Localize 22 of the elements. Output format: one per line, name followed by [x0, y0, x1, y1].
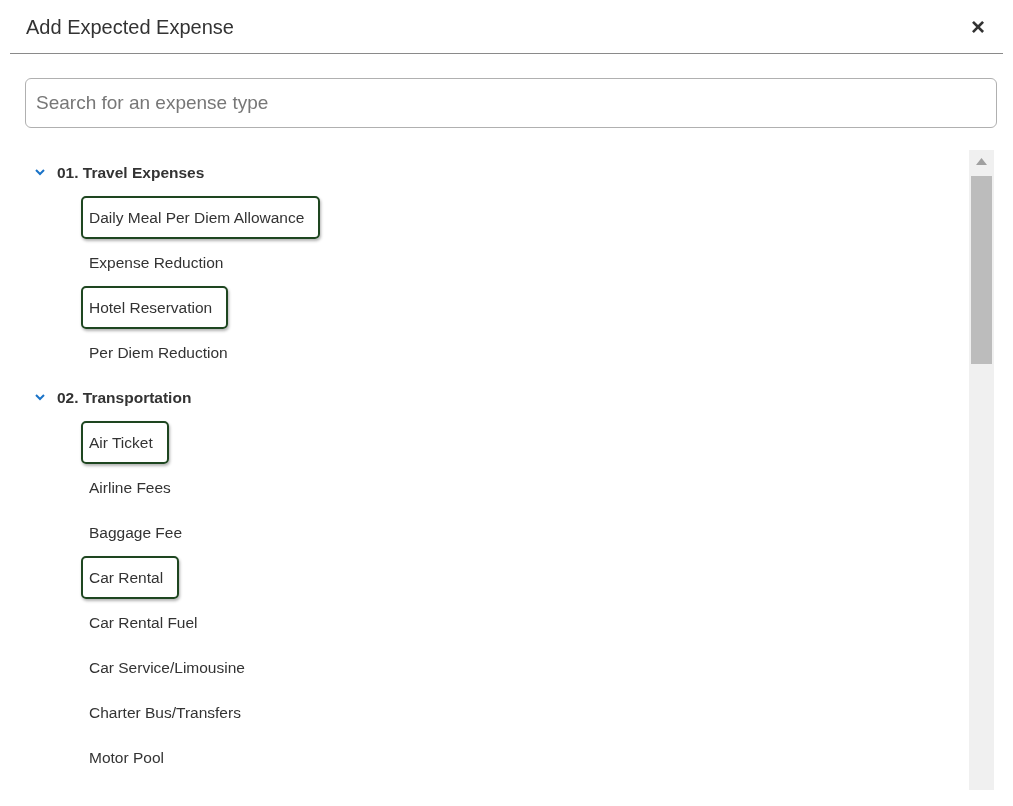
expense-type-item[interactable]: Expense Reduction: [81, 240, 240, 285]
expense-type-item[interactable]: Daily Meal Per Diem Allowance: [81, 195, 321, 240]
expense-type-item[interactable]: Air Ticket: [81, 420, 169, 465]
chevron-down-icon[interactable]: [35, 169, 45, 176]
expense-type-item[interactable]: Motor Pool: [81, 735, 180, 780]
close-button[interactable]: ×: [969, 14, 987, 39]
search-field[interactable]: Search for an expense type: [25, 78, 997, 128]
expense-type-item[interactable]: Hotel Reservation: [81, 285, 229, 330]
expense-type-item[interactable]: Car Service/Limousine: [81, 645, 261, 690]
scrollbar[interactable]: [969, 150, 994, 790]
expense-type-item[interactable]: Baggage Fee: [81, 510, 199, 555]
scrollbar-thumb[interactable]: [971, 176, 992, 364]
expense-type-item[interactable]: Car Rental Fuel: [81, 600, 214, 645]
group-heading[interactable]: 02. Transportation: [57, 385, 192, 410]
expense-type-item[interactable]: Charter Bus/Transfers: [81, 690, 257, 735]
expense-type-item[interactable]: Per Diem Reduction: [81, 330, 244, 375]
scroll-up-icon[interactable]: [976, 158, 987, 165]
expense-type-item[interactable]: Car Rental: [81, 555, 180, 600]
dialog-title: Add Expected Expense: [26, 14, 234, 40]
chevron-down-icon[interactable]: [35, 394, 45, 401]
expense-type-item[interactable]: Airline Fees: [81, 465, 187, 510]
group-heading[interactable]: 01. Travel Expenses: [57, 160, 205, 185]
